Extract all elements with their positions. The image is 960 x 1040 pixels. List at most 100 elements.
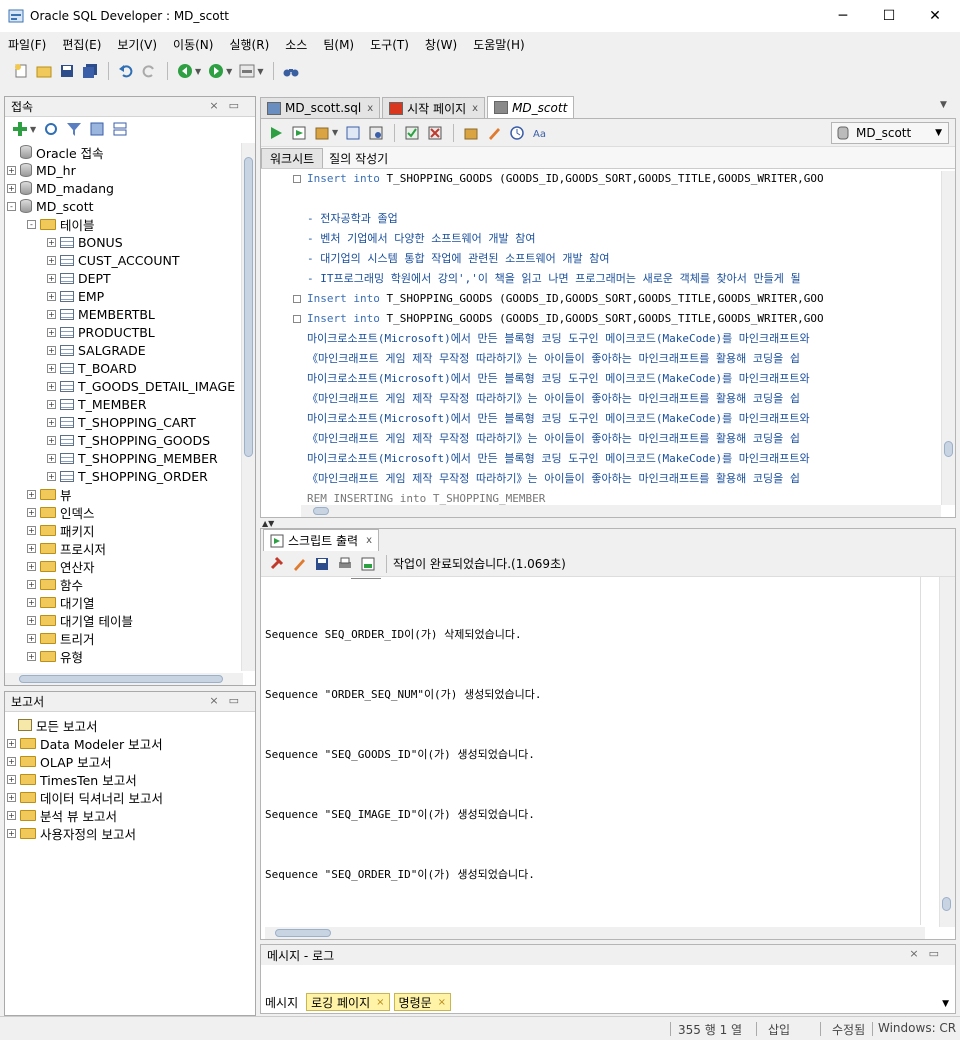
- tab-list-icon[interactable]: ▼: [940, 100, 956, 116]
- collapse-icon[interactable]: [109, 118, 131, 140]
- tree-item-table[interactable]: + EMP: [5, 287, 241, 305]
- expand-toggle-icon[interactable]: +: [7, 828, 16, 838]
- close-window-button[interactable]: ✕: [912, 0, 958, 32]
- expand-toggle-icon[interactable]: +: [47, 363, 56, 373]
- tree-item-node[interactable]: + 인덱스: [5, 503, 241, 521]
- menu-item[interactable]: 파일(F): [4, 36, 50, 53]
- tree-item-node[interactable]: + 프로시저: [5, 539, 241, 557]
- format-icon[interactable]: Aa: [529, 122, 551, 144]
- expand-toggle-icon[interactable]: +: [7, 756, 16, 766]
- schema-browser-icon[interactable]: [86, 118, 108, 140]
- minimize-button[interactable]: ─: [820, 0, 866, 32]
- expand-toggle-icon[interactable]: +: [7, 792, 16, 802]
- open-folder-icon[interactable]: [33, 60, 55, 82]
- binoculars-icon[interactable]: [280, 60, 302, 82]
- chevron-down-icon[interactable]: ▼: [332, 128, 338, 137]
- forward-icon[interactable]: [205, 60, 227, 82]
- tab-message[interactable]: 로깅 페이지 ×: [306, 993, 390, 1011]
- tree-item-node[interactable]: + 대기열: [5, 593, 241, 611]
- tree-item-report[interactable]: + 사용자정의 보고서: [5, 824, 255, 842]
- expand-toggle-icon[interactable]: +: [7, 165, 16, 175]
- menu-item[interactable]: 도움말(H): [469, 36, 529, 53]
- add-connection-icon[interactable]: [9, 118, 31, 140]
- menu-item[interactable]: 편집(E): [58, 36, 105, 53]
- tree-item-connection[interactable]: + MD_madang: [5, 179, 241, 197]
- menu-item[interactable]: 도구(T): [366, 36, 413, 53]
- tree-item-connection[interactable]: + MD_hr: [5, 161, 241, 179]
- menu-item[interactable]: 팀(M): [319, 36, 358, 53]
- chevron-down-icon[interactable]: ▼: [195, 67, 201, 76]
- filter-icon[interactable]: [63, 118, 85, 140]
- run-statement-icon[interactable]: [265, 122, 287, 144]
- tree-item-table[interactable]: + T_SHOPPING_CART: [5, 413, 241, 431]
- sql-icon[interactable]: [236, 60, 258, 82]
- expand-toggle-icon[interactable]: +: [47, 417, 56, 427]
- tree-item-connection[interactable]: - MD_scott: [5, 197, 241, 215]
- tree-item-table[interactable]: + PRODUCTBL: [5, 323, 241, 341]
- commit-transaction-icon[interactable]: [401, 122, 423, 144]
- collapse-toggle-icon[interactable]: -: [27, 219, 36, 229]
- expand-toggle-icon[interactable]: +: [47, 291, 56, 301]
- tree-item-table[interactable]: + DEPT: [5, 269, 241, 287]
- connections-hscrollbar[interactable]: [5, 673, 243, 685]
- connection-selector[interactable]: MD_scott ▼: [831, 122, 949, 144]
- buffer-icon[interactable]: [357, 553, 379, 575]
- output-hscrollbar[interactable]: [265, 927, 925, 939]
- fold-icon[interactable]: [293, 295, 301, 303]
- undo-icon[interactable]: [115, 60, 137, 82]
- fold-icon[interactable]: [293, 175, 301, 183]
- close-icon[interactable]: ×: [438, 997, 446, 1008]
- expand-toggle-icon[interactable]: +: [27, 525, 36, 535]
- back-icon[interactable]: [174, 60, 196, 82]
- expand-toggle-icon[interactable]: +: [27, 543, 36, 553]
- expand-toggle-icon[interactable]: +: [7, 738, 16, 748]
- commit-icon[interactable]: [311, 122, 333, 144]
- scroll-thumb[interactable]: [19, 675, 223, 683]
- expand-toggle-icon[interactable]: +: [27, 651, 36, 661]
- panel-controls[interactable]: ×▭: [209, 694, 249, 707]
- tree-item-report[interactable]: + 데이터 딕셔너리 보고서: [5, 788, 255, 806]
- editor-vscrollbar[interactable]: [941, 171, 955, 505]
- expand-toggle-icon[interactable]: +: [27, 579, 36, 589]
- scroll-thumb[interactable]: [244, 157, 253, 457]
- tree-item-node[interactable]: + 유형: [5, 647, 241, 665]
- tree-item-report[interactable]: + Data Modeler 보고서: [5, 734, 255, 752]
- scroll-thumb[interactable]: [942, 897, 951, 911]
- expand-toggle-icon[interactable]: +: [47, 273, 56, 283]
- menu-item[interactable]: 창(W): [421, 36, 461, 53]
- expand-toggle-icon[interactable]: +: [7, 183, 16, 193]
- eraser-icon[interactable]: [288, 553, 310, 575]
- expand-toggle-icon[interactable]: +: [27, 633, 36, 643]
- expand-toggle-icon[interactable]: +: [47, 327, 56, 337]
- menu-item[interactable]: 이동(N): [169, 36, 217, 53]
- pin-icon[interactable]: [265, 553, 287, 575]
- close-icon[interactable]: x: [366, 535, 372, 546]
- sql-tuning-icon[interactable]: [460, 122, 482, 144]
- chevron-down-icon[interactable]: ▼: [30, 125, 36, 134]
- close-icon[interactable]: ×: [376, 997, 384, 1008]
- tree-item-table[interactable]: + T_GOODS_DETAIL_IMAGE: [5, 377, 241, 395]
- chevron-down-icon[interactable]: ▼: [226, 67, 232, 76]
- expand-toggle-icon[interactable]: +: [47, 435, 56, 445]
- tree-item-all-reports[interactable]: 모든 보고서: [5, 716, 255, 734]
- tree-item-node[interactable]: + 패키지: [5, 521, 241, 539]
- expand-toggle-icon[interactable]: +: [47, 453, 56, 463]
- tree-item-table[interactable]: + T_BOARD: [5, 359, 241, 377]
- expand-toggle-icon[interactable]: +: [47, 345, 56, 355]
- tab-document[interactable]: MD_scott: [487, 96, 575, 118]
- panel-controls[interactable]: ×▭: [209, 99, 249, 112]
- tree-item-table[interactable]: + SALGRADE: [5, 341, 241, 359]
- tree-item-node[interactable]: + 연산자: [5, 557, 241, 575]
- history-icon[interactable]: [506, 122, 528, 144]
- expand-toggle-icon[interactable]: +: [27, 561, 36, 571]
- menu-item[interactable]: 실행(R): [225, 36, 273, 53]
- collapse-toggle-icon[interactable]: -: [7, 201, 16, 211]
- close-icon[interactable]: x: [472, 103, 478, 114]
- code-editor[interactable]: Insert into T_SHOPPING_GOODS (GOODS_ID,G…: [261, 169, 941, 505]
- print-icon[interactable]: [334, 553, 356, 575]
- tab-script-output[interactable]: 스크립트 출력 x: [263, 529, 379, 551]
- expand-toggle-icon[interactable]: +: [27, 615, 36, 625]
- expand-toggle-icon[interactable]: +: [47, 309, 56, 319]
- close-icon[interactable]: x: [367, 103, 373, 114]
- scroll-thumb[interactable]: [275, 929, 331, 937]
